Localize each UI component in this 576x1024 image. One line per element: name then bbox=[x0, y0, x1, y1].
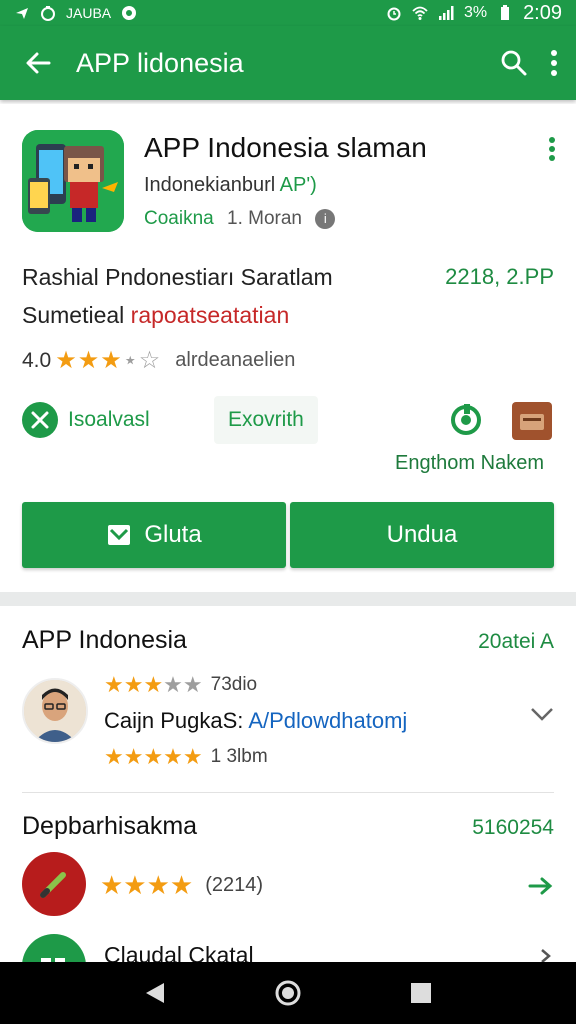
review-stars-bottom-value: 1 3lbm bbox=[210, 746, 268, 767]
battery-percent: 3% bbox=[463, 4, 488, 21]
app-icon-illustration bbox=[22, 130, 124, 232]
chip-1-label: Isoalvasl bbox=[68, 408, 150, 431]
promo-line-1: Rashial Pndonestiarı Saratlam bbox=[22, 264, 333, 290]
chevron-down-icon[interactable] bbox=[530, 706, 554, 722]
app-subtitle: Indonekianburl AP') bbox=[144, 174, 317, 197]
feature-chips: Isoalvasl Exovrith Engthom Nakem bbox=[22, 396, 554, 486]
app-bar-title: APP lidonesia bbox=[76, 47, 244, 78]
promo-price: 2218, 2.PP bbox=[445, 264, 554, 289]
reviews-link[interactable]: 20atei A bbox=[478, 630, 554, 654]
section-2-title: Depbarhisakma bbox=[22, 812, 198, 840]
envelope-icon bbox=[108, 525, 131, 545]
signal-icon bbox=[438, 6, 454, 20]
app-subtitle-text: Indonekianburl bbox=[144, 174, 276, 196]
app-developer-row: Coaikna 1. Moran i bbox=[144, 208, 336, 230]
nav-home-icon[interactable] bbox=[274, 979, 302, 1007]
pencil-icon bbox=[40, 872, 66, 898]
navigation-bar bbox=[0, 962, 576, 1024]
chip-2[interactable]: Exovrith bbox=[214, 396, 318, 444]
install-button[interactable]: Undua bbox=[290, 502, 554, 568]
section-divider bbox=[0, 592, 576, 606]
arrow-left-icon bbox=[26, 52, 51, 74]
send-icon bbox=[16, 8, 28, 19]
chip-1[interactable]: Isoalvasl bbox=[22, 402, 150, 438]
divider bbox=[22, 792, 554, 793]
status-bar: JAUBA 3% 2:09 bbox=[0, 0, 576, 26]
promo-line-2-highlight: rapoatseatatian bbox=[130, 302, 290, 328]
rating-stars-filled: ★★★ bbox=[55, 347, 123, 374]
app-icon[interactable] bbox=[22, 130, 124, 232]
section-2-value: 5160254 bbox=[472, 816, 554, 839]
review-stars-bottom-filled: ★★★★★ bbox=[104, 744, 203, 769]
review-stars-top: ★★★ ★★ 73dio bbox=[104, 672, 257, 698]
promo-line-2-text: Sumetieal bbox=[22, 302, 125, 328]
review-stars-top-filled: ★★★ bbox=[104, 672, 164, 697]
alarm-icon bbox=[387, 7, 401, 21]
chip-3[interactable] bbox=[448, 402, 484, 443]
review-text-link[interactable]: A/Pdlowdhatomj bbox=[248, 708, 407, 733]
section-2-icon[interactable] bbox=[22, 852, 86, 916]
overflow-menu-icon[interactable] bbox=[550, 49, 558, 77]
app-bar: APP lidonesia bbox=[0, 26, 576, 100]
arrow-right-icon[interactable] bbox=[528, 876, 554, 896]
section-2-count: (2214) bbox=[205, 874, 264, 896]
avatar bbox=[22, 678, 88, 744]
rating-meta: alrdeanaelien bbox=[175, 349, 296, 371]
back-button[interactable] bbox=[0, 48, 76, 78]
nav-recents-icon[interactable] bbox=[410, 982, 432, 1004]
developer-link[interactable]: Coaikna bbox=[144, 208, 214, 229]
developer-meta: 1. Moran bbox=[227, 208, 302, 229]
action-buttons: Gluta Undua bbox=[22, 502, 554, 568]
clock: 2:09 bbox=[523, 1, 562, 24]
chip-4[interactable] bbox=[512, 402, 552, 440]
primary-button[interactable]: Gluta bbox=[22, 502, 286, 568]
section-2-stars: ★★★★ bbox=[100, 870, 194, 900]
review-stars-top-value: 73dio bbox=[210, 674, 258, 695]
review-stars-bottom: ★★★★★ 1 3lbm bbox=[104, 744, 268, 770]
record-icon bbox=[122, 6, 137, 20]
app-details-card: APP Indonesia slaman Indonekianburl AP')… bbox=[0, 104, 576, 590]
refresh-icon bbox=[451, 404, 481, 435]
rating-value: 4.0 bbox=[22, 348, 52, 372]
install-button-label: Undua bbox=[386, 521, 458, 548]
rating-stars: ★★★⋆☆ bbox=[55, 346, 161, 375]
rating-stars-empty: ⋆☆ bbox=[122, 347, 162, 374]
promo-line-2: Sumetieal rapoatseatatian bbox=[22, 302, 289, 329]
chip-caption: Engthom Nakem bbox=[395, 452, 544, 474]
status-left-text: JAUBA bbox=[66, 5, 112, 21]
nav-back-icon[interactable] bbox=[144, 981, 166, 1005]
info-icon[interactable]: i bbox=[315, 208, 336, 229]
primary-button-label: Gluta bbox=[144, 521, 202, 548]
wifi-icon bbox=[412, 6, 428, 20]
more-options-icon[interactable] bbox=[548, 136, 556, 162]
review-text-prefix: Caijn PugkaS: bbox=[104, 708, 244, 733]
wallet-icon bbox=[520, 414, 544, 430]
app-name: APP Indonesia slaman bbox=[144, 132, 427, 163]
chip-2-label: Exovrith bbox=[228, 408, 304, 431]
section-2-rating: ★★★★ (2214) bbox=[100, 870, 263, 901]
battery-icon bbox=[501, 5, 510, 20]
tools-icon bbox=[22, 402, 58, 438]
review-text: Caijn PugkaS: A/Pdlowdhatomj bbox=[104, 708, 407, 734]
search-icon[interactable] bbox=[500, 49, 528, 77]
reviewer-photo bbox=[24, 680, 86, 742]
rating-row: 4.0 ★★★⋆☆ alrdeanaelien bbox=[22, 346, 295, 375]
review-stars-top-empty: ★★ bbox=[163, 672, 203, 697]
app-subtitle-accent: AP') bbox=[279, 174, 317, 196]
timer-icon bbox=[41, 6, 55, 21]
reviews-title: APP Indonesia bbox=[22, 626, 187, 654]
